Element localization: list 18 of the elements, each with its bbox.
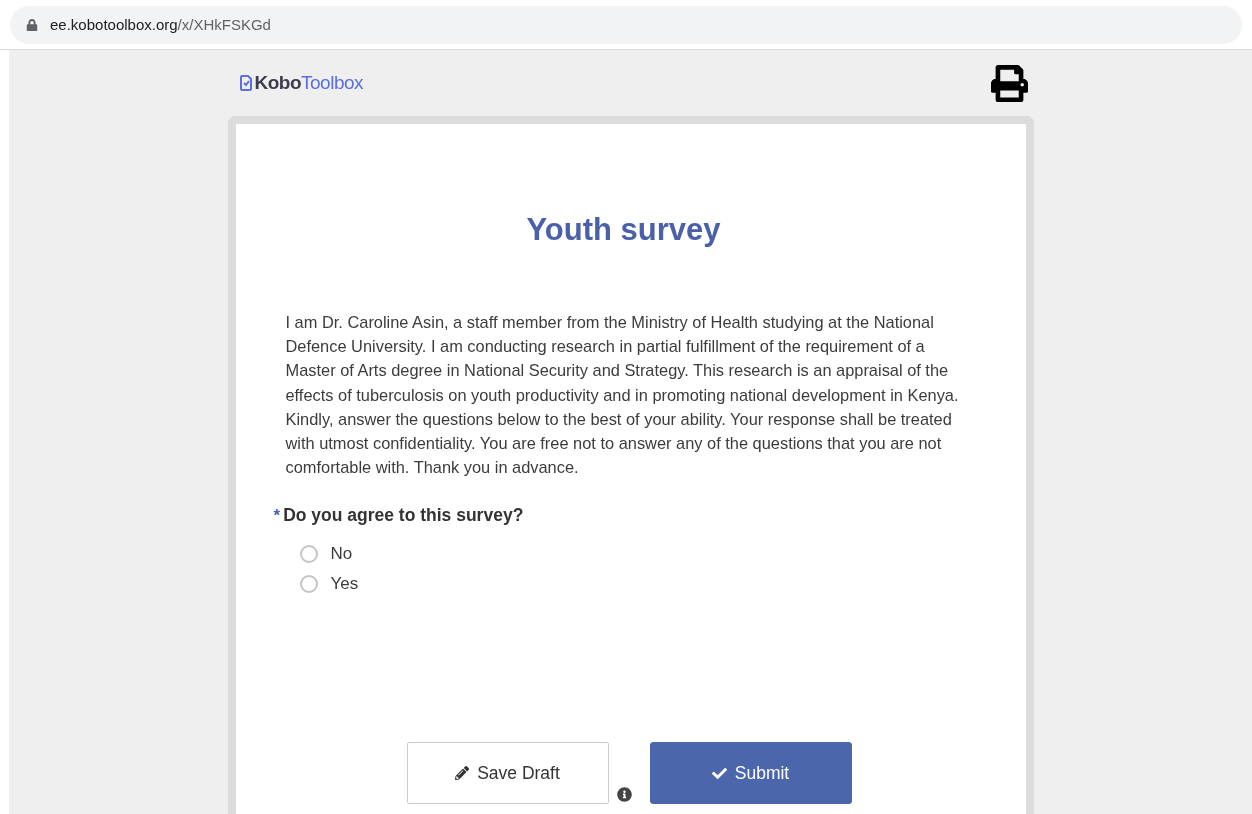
intro-text: I am Dr. Caroline Asin, a staff member from the Ministry of Health studying at the National Defence University. I am conducting research in partial fulfillment of the requirement of a Master of Arts degree in National Security and Strategy. This research is an appraisal of the effects of tuberculosis on youth productivity and in promoting national development in Kenya. Kindly, answer the questions below to the best of your ability. Your response shall be treated with utmost confidentiality. You are free not to answer any of the questions that you are not comfortable with. Thank you in advance. [285, 312, 960, 479]
info-icon[interactable] [616, 787, 632, 802]
question-label: Do you agree to this survey? [283, 505, 524, 527]
address-bar[interactable]: ee.kobotoolbox.org/x/XHkFSKGd [10, 5, 1242, 44]
logo-icon [239, 75, 252, 91]
radio-button[interactable] [299, 575, 318, 594]
logo: KoboToolbox [239, 72, 364, 94]
form-title: Youth survey [526, 212, 721, 248]
print-icon[interactable] [990, 64, 1028, 102]
radio-button[interactable] [299, 545, 318, 564]
option-label[interactable]: No [330, 544, 353, 565]
lock-icon [26, 18, 38, 31]
pencil-icon [455, 766, 470, 780]
option-label[interactable]: Yes [330, 574, 359, 595]
submit-button[interactable]: Submit [649, 742, 852, 804]
check-icon [711, 765, 727, 781]
save-draft-button[interactable]: Save Draft [406, 742, 609, 804]
required-mark: * [273, 506, 281, 527]
